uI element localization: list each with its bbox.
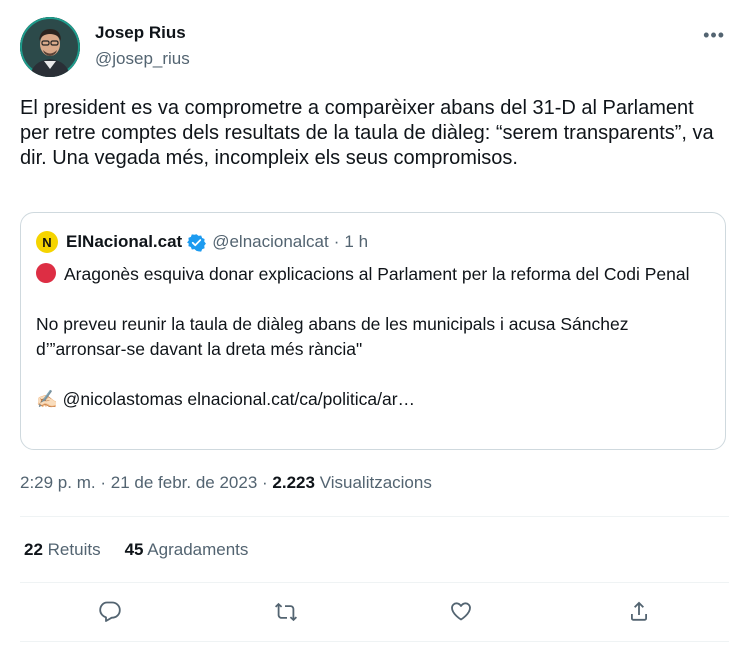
separator-dot: · [262,473,268,492]
quoted-timestamp[interactable]: 1 h [344,232,368,252]
quoted-tweet[interactable]: N ElNacional.cat @elnacionalcat · 1 h Ar… [20,212,726,450]
retweets-stat[interactable]: 22 Retuits [24,540,101,559]
retweet-icon [275,602,297,622]
heart-icon [451,602,471,621]
like-button[interactable] [446,596,476,626]
quoted-line-1: Aragonès esquiva donar explicacions al P… [64,264,690,284]
tweet-text: El president es va comprometre a comparè… [20,97,714,169]
quoted-line-3: @nicolastomas elnacional.cat/ca/politica… [62,389,416,409]
share-button[interactable] [624,596,654,626]
share-icon [631,601,647,621]
likes-count: 45 [124,540,144,559]
action-bar [20,596,729,626]
views-count: 2.223 [272,473,315,492]
avatar[interactable] [20,17,80,77]
verified-badge-icon [187,233,207,252]
retweet-button[interactable] [271,596,301,626]
tweet-stats: 22 Retuits 45 Agradaments [24,540,248,560]
quoted-tweet-body: Aragonès esquiva donar explicacions al P… [36,262,716,437]
quoted-paragraph-3: ✍🏻 @nicolastomas elnacional.cat/ca/polit… [36,387,716,412]
divider [20,582,729,583]
tweet-header: Josep Rius @josep_rius ••• [20,17,729,77]
quoted-tweet-header: N ElNacional.cat @elnacionalcat · 1 h [36,231,368,253]
separator-dot: · [333,232,340,251]
avatar-image [20,17,80,77]
author-name[interactable]: Josep Rius [95,23,186,43]
tweet-meta: 2:29 p. m. · 21 de febr. de 2023 · 2.223… [20,473,432,493]
tweet-date[interactable]: 21 de febr. de 2023 [111,473,258,492]
reply-icon [99,601,121,622]
retweets-label: Retuits [47,540,101,559]
views-label: Visualitzacions [319,473,432,492]
retweets-count: 22 [24,540,43,559]
tweet-time[interactable]: 2:29 p. m. [20,473,96,492]
quoted-paragraph-2: No preveu reunir la taula de diàleg aban… [36,314,629,359]
divider [20,641,729,642]
writing-hand-icon: ✍🏻 [36,389,58,409]
reply-button[interactable] [95,596,125,626]
quoted-author-name: ElNacional.cat [66,232,183,251]
quoted-author-handle: @elnacionalcat [212,232,329,251]
quoted-avatar: N [36,231,58,253]
author-handle[interactable]: @josep_rius [95,49,190,69]
quoted-paragraph-1: Aragonès esquiva donar explicacions al P… [36,262,716,287]
likes-label: Agradaments [147,540,249,559]
more-options-icon[interactable]: ••• [703,25,725,46]
separator-dot: · [100,473,107,492]
red-circle-icon [36,263,56,283]
likes-stat[interactable]: 45 Agradaments [125,540,249,559]
divider [20,516,729,517]
